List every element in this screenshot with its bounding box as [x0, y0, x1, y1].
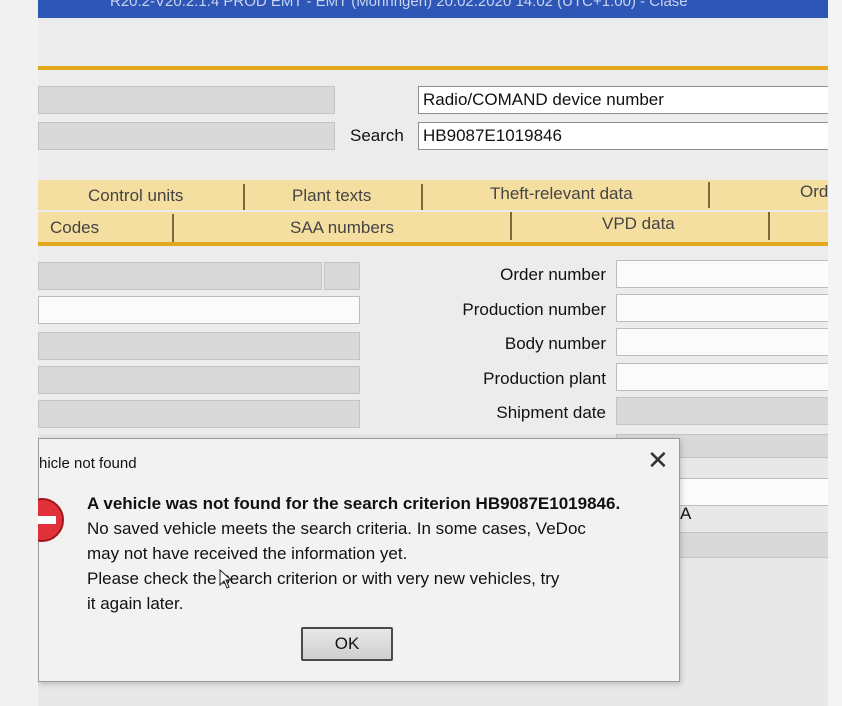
order-number-field[interactable] [616, 260, 828, 288]
production-plant-field[interactable] [616, 363, 828, 391]
data-field[interactable] [38, 262, 322, 290]
dialog-message-line: it again later. [87, 594, 184, 613]
vehicle-not-found-dialog: hicle not found ✕ A vehicle was not foun… [38, 438, 680, 682]
dialog-message-headline: A vehicle was not found for the search c… [87, 494, 621, 513]
partial-label: A [680, 504, 692, 523]
order-number-label: Order number [500, 265, 606, 284]
dialog-message-line: may not have received the information ye… [87, 544, 408, 563]
body-number-label: Body number [504, 334, 606, 353]
search-label: Search [350, 126, 404, 145]
data-field-small[interactable] [324, 262, 360, 290]
tab-separator [243, 184, 245, 210]
dialog-message-line: Please check the search criterion or wit… [87, 569, 560, 588]
ok-button[interactable]: OK [301, 627, 393, 661]
tab-theft-relevant-data[interactable]: Theft-relevant data [490, 184, 633, 204]
monitor-bezel-right [828, 0, 842, 706]
data-field[interactable] [38, 332, 360, 360]
tab-separator [421, 184, 423, 210]
header-divider [38, 66, 828, 70]
dialog-message: A vehicle was not found for the search c… [87, 491, 677, 616]
production-plant-label: Production plant [483, 369, 606, 388]
body-number-field[interactable] [616, 328, 828, 356]
close-icon[interactable]: ✕ [647, 445, 669, 476]
tab-separator [172, 214, 174, 242]
window-title-bar: R20.2-V20.2.1.4 PROD EMT - EMT (Möhringe… [38, 0, 828, 18]
tab-row-1: Control units Plant texts Theft-relevant… [38, 180, 828, 210]
stop-icon [38, 498, 64, 542]
application-window: R20.2-V20.2.1.4 PROD EMT - EMT (Möhringe… [38, 0, 828, 706]
dialog-title: hicle not found [39, 455, 137, 472]
data-field[interactable] [38, 296, 360, 324]
tab-order[interactable]: Ord [800, 182, 828, 202]
mouse-cursor-icon [219, 569, 233, 589]
search-left-field-1[interactable] [38, 86, 335, 114]
shipment-date-label: Shipment date [496, 403, 606, 422]
shipment-date-field[interactable] [616, 397, 828, 425]
dialog-message-line: No saved vehicle meets the search criter… [87, 519, 586, 538]
tab-codes[interactable]: Codes [50, 218, 99, 238]
tab-vpd-data[interactable]: VPD data [602, 214, 675, 234]
tab-separator [510, 212, 512, 240]
tab-saa-numbers[interactable]: SAA numbers [290, 218, 394, 238]
data-field[interactable] [38, 400, 360, 428]
tab-row-2: Codes SAA numbers VPD data [38, 212, 828, 242]
tab-divider [38, 242, 828, 246]
production-number-label: Production number [462, 300, 606, 319]
tab-control-units[interactable]: Control units [88, 186, 183, 206]
data-field[interactable] [678, 532, 828, 558]
data-field[interactable] [38, 366, 360, 394]
tab-separator [768, 212, 770, 240]
search-type-select[interactable]: Radio/COMAND device number [418, 86, 828, 114]
search-left-field-2[interactable] [38, 122, 335, 150]
search-input[interactable]: HB9087E1019846 [418, 122, 828, 150]
tab-separator [708, 182, 710, 208]
tab-plant-texts[interactable]: Plant texts [292, 186, 371, 206]
data-field[interactable] [678, 478, 828, 506]
monitor-bezel-left [0, 0, 38, 706]
window-title: R20.2-V20.2.1.4 PROD EMT - EMT (Möhringe… [110, 0, 688, 10]
production-number-field[interactable] [616, 294, 828, 322]
